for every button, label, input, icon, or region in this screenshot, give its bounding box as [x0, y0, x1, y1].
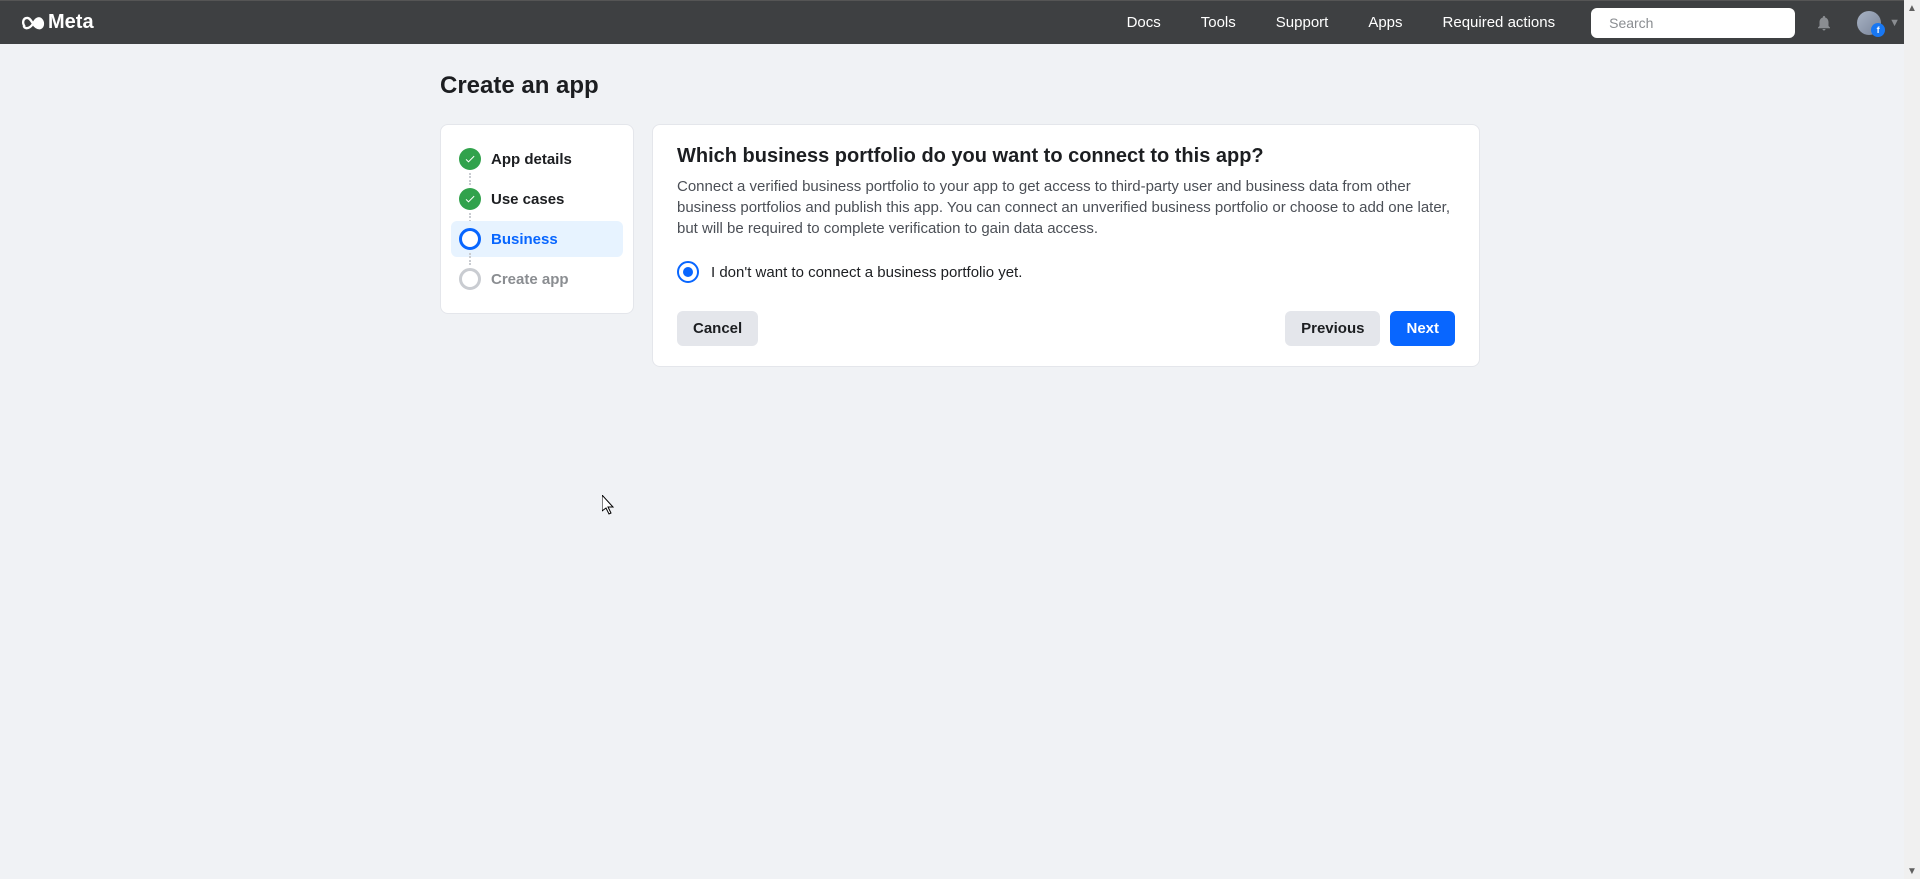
step-app-details[interactable]: App details: [451, 141, 623, 177]
step-label: Use cases: [491, 191, 564, 208]
next-button[interactable]: Next: [1390, 311, 1455, 346]
topbar-right: f ▼: [1815, 11, 1900, 35]
mouse-cursor-icon: [602, 495, 618, 517]
search-input[interactable]: [1609, 15, 1790, 31]
infinity-icon: [20, 10, 46, 36]
step-create-app: Create app: [451, 261, 623, 297]
check-circle-icon: [459, 148, 481, 170]
radio-selected-icon: [677, 261, 699, 283]
scrollbar[interactable]: ▲ ▼: [1904, 0, 1920, 879]
nav-apps[interactable]: Apps: [1368, 14, 1402, 31]
nav-tools[interactable]: Tools: [1201, 14, 1236, 31]
step-use-cases[interactable]: Use cases: [451, 181, 623, 217]
scroll-down-icon[interactable]: ▼: [1904, 863, 1920, 879]
brand-text: Meta: [48, 11, 94, 34]
option-no-portfolio[interactable]: I don't want to connect a business portf…: [677, 261, 1455, 283]
nav-docs[interactable]: Docs: [1127, 14, 1161, 31]
top-navigation-bar: Meta Docs Tools Support Apps Required ac…: [0, 0, 1920, 44]
nav-support[interactable]: Support: [1276, 14, 1329, 31]
user-avatar[interactable]: f: [1857, 11, 1881, 35]
step-business[interactable]: Business: [451, 221, 623, 257]
scroll-up-icon[interactable]: ▲: [1904, 0, 1920, 16]
check-circle-icon: [459, 188, 481, 210]
current-step-icon: [459, 228, 481, 250]
radio-label: I don't want to connect a business portf…: [711, 264, 1022, 281]
search-box[interactable]: [1591, 8, 1795, 38]
card-description: Connect a verified business portfolio to…: [677, 176, 1455, 239]
steps-sidebar: App details Use cases Business: [440, 124, 634, 314]
chevron-down-icon[interactable]: ▼: [1889, 17, 1900, 29]
notifications-icon[interactable]: [1815, 14, 1833, 32]
cancel-button[interactable]: Cancel: [677, 311, 758, 346]
meta-logo[interactable]: Meta: [20, 10, 94, 36]
step-label: Business: [491, 231, 558, 248]
facebook-badge-icon: f: [1871, 23, 1885, 37]
pending-step-icon: [459, 268, 481, 290]
nav-required-actions[interactable]: Required actions: [1443, 14, 1556, 31]
card-title: Which business portfolio do you want to …: [677, 145, 1455, 168]
step-label: App details: [491, 151, 572, 168]
nav-links: Docs Tools Support Apps Required actions: [1127, 14, 1556, 31]
page-title: Create an app: [440, 72, 1480, 100]
step-label: Create app: [491, 271, 569, 288]
main-content-card: Which business portfolio do you want to …: [652, 124, 1480, 367]
previous-button[interactable]: Previous: [1285, 311, 1380, 346]
